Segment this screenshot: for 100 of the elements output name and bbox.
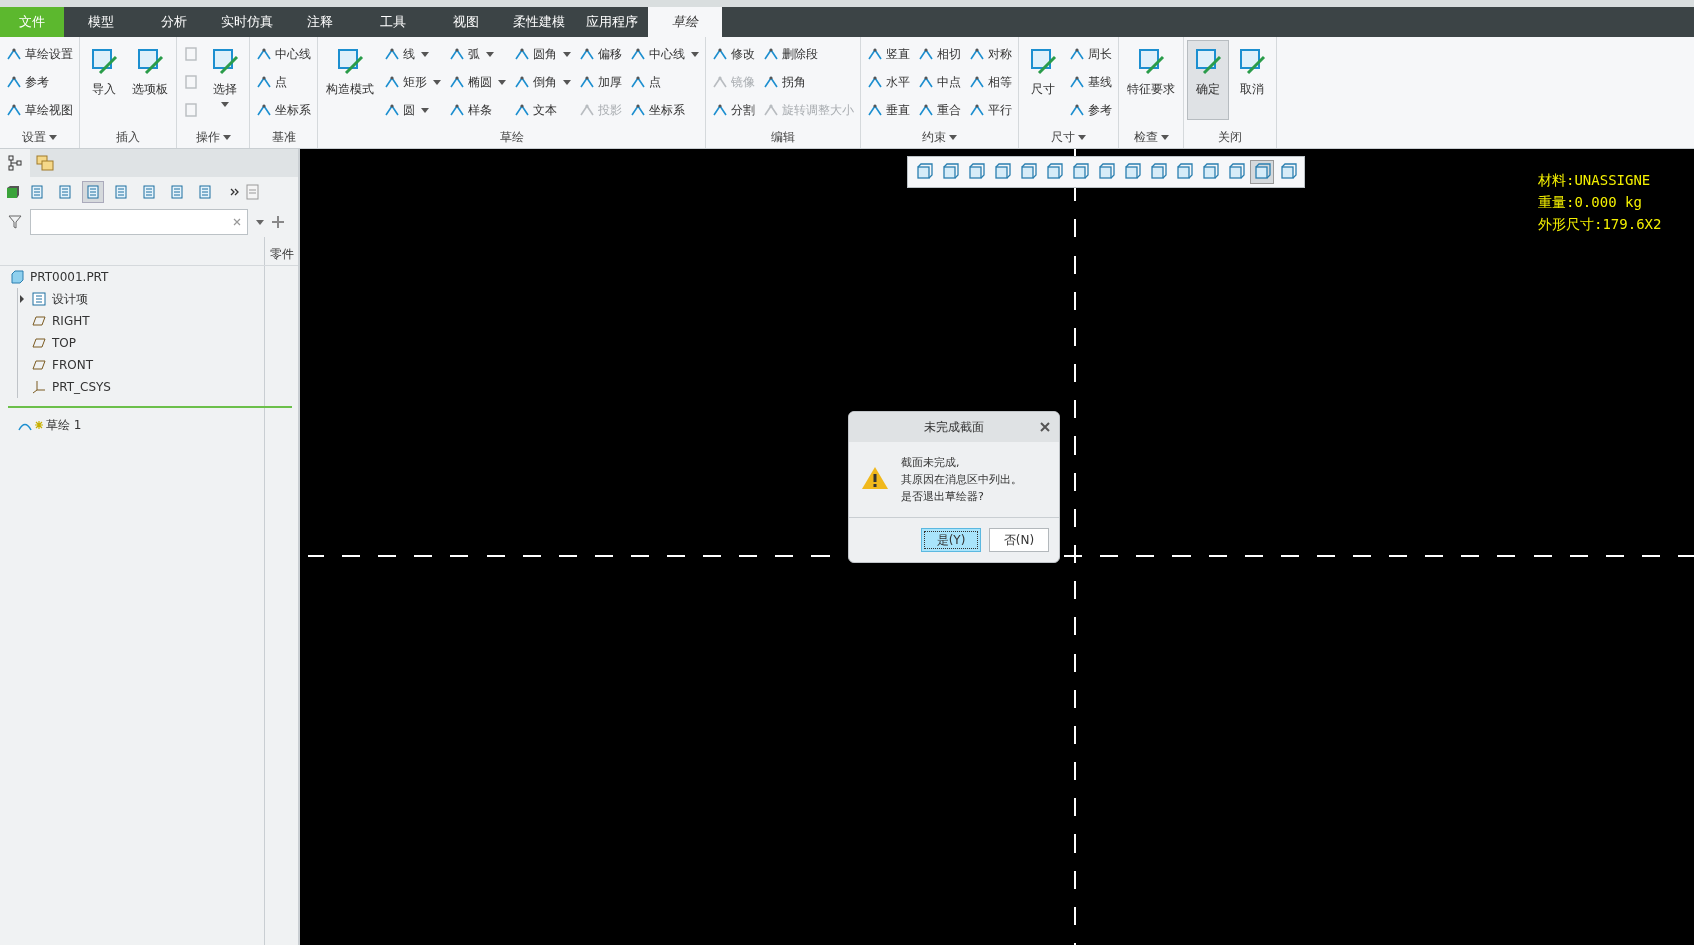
model-info-text: 材料:UNASSIGNE	[1538, 171, 1652, 190]
tool-button[interactable]: 修改	[709, 41, 758, 67]
tool-icon	[449, 74, 465, 90]
view-icon	[941, 163, 959, 181]
caret-icon	[221, 102, 229, 107]
tool-button[interactable]: 加厚	[576, 69, 625, 95]
tool-button[interactable]: 中点	[915, 69, 964, 95]
view-icon	[915, 163, 933, 181]
tool-icon	[763, 46, 779, 62]
ribbon-tab[interactable]: 草绘	[648, 7, 722, 37]
view-icon	[1201, 163, 1219, 181]
tool-button[interactable]: 线	[381, 41, 444, 67]
graphics-canvas[interactable]: 材料:UNASSIGNE 重量:0.000 kg 外形尺寸:179.6X2 未完成截面 截面未完成, 其原因在消息区中列出。 是否退出草绘器? 是(Y) 否(N)	[300, 149, 1694, 945]
view-icon	[1175, 163, 1193, 181]
tool-icon	[1069, 46, 1085, 62]
ribbon-tab[interactable]: 模型	[64, 7, 137, 37]
tool-button[interactable]: 删除段	[760, 41, 857, 67]
tool-button[interactable]: 偏移	[576, 41, 625, 67]
tool-button[interactable]: 中心线	[627, 41, 702, 67]
tool-button[interactable]: 点	[627, 69, 702, 95]
chevron-icon[interactable]	[230, 188, 240, 196]
tree-item[interactable]: TOP	[18, 332, 76, 354]
tool-button[interactable]: 参考	[1066, 97, 1115, 123]
tool-button[interactable]: 竖直	[864, 41, 913, 67]
group-label[interactable]: 尺寸	[1049, 126, 1088, 148]
tree-item[interactable]: 草绘 1	[18, 414, 82, 436]
ribbon-tab[interactable]: 注释	[283, 7, 356, 37]
caret-icon[interactable]	[256, 219, 264, 225]
tool-button[interactable]: 垂直	[864, 97, 913, 123]
panel-tab[interactable]	[0, 149, 30, 177]
model-info-text: 外形尺寸:179.6X2	[1538, 215, 1662, 234]
expand-icon[interactable]	[19, 295, 25, 303]
dialog-button[interactable]: 否(N)	[989, 528, 1049, 552]
group-label[interactable]: 检查	[1131, 126, 1171, 148]
tool-button[interactable]: 相切	[915, 41, 964, 67]
close-icon[interactable]	[1040, 422, 1050, 432]
tool-button[interactable]: 基线	[1066, 69, 1115, 95]
ribbon-tab[interactable]: 柔性建模	[502, 7, 575, 37]
tool-button[interactable]: 椭圆	[446, 69, 509, 95]
large-tool-button[interactable]: 特征要求	[1122, 40, 1180, 120]
tool-button[interactable]: 文本	[511, 97, 574, 123]
large-tool-button[interactable]: 确定	[1187, 40, 1229, 120]
toolbar-button[interactable]	[82, 181, 104, 203]
tool-button[interactable]: 圆	[381, 97, 444, 123]
tool-button[interactable]: 水平	[864, 69, 913, 95]
large-tool-button[interactable]: 导入	[83, 40, 125, 120]
large-tool-button[interactable]: 尺寸	[1022, 40, 1064, 120]
view-icon	[1019, 163, 1037, 181]
tree-item[interactable]: PRT_CSYS	[18, 376, 111, 398]
group-label[interactable]: 约束	[920, 126, 959, 148]
group-label[interactable]: 设置	[20, 126, 59, 148]
cube-icon	[6, 185, 20, 199]
tool-button[interactable]: 样条	[446, 97, 509, 123]
insert-marker[interactable]	[8, 406, 292, 408]
tree-item[interactable]: PRT0001.PRT	[0, 266, 109, 288]
dialog-button[interactable]: 是(Y)	[921, 528, 981, 552]
tool-button[interactable]: 坐标系	[627, 97, 702, 123]
group-label: 基准	[270, 128, 297, 146]
view-tool-button[interactable]	[1250, 160, 1274, 184]
tool-button[interactable]: 中心线	[253, 41, 314, 67]
tool-button[interactable]: 矩形	[381, 69, 444, 95]
tree-item[interactable]: 设计项	[18, 288, 88, 310]
filter-field[interactable]	[30, 209, 248, 235]
tool-icon	[712, 46, 728, 62]
tool-button[interactable]: 分割	[709, 97, 758, 123]
tool-button[interactable]: 弧	[446, 41, 509, 67]
ribbon-tab[interactable]: 分析	[137, 7, 210, 37]
tool-button[interactable]: 重合	[915, 97, 964, 123]
tool-button[interactable]: 平行	[966, 97, 1015, 123]
tool-button[interactable]: 圆角	[511, 41, 574, 67]
tool-button[interactable]: 参考	[3, 69, 76, 95]
tool-icon	[918, 46, 934, 62]
tree-item[interactable]: RIGHT	[18, 310, 90, 332]
group-label[interactable]: 操作	[193, 126, 233, 148]
plane-icon	[32, 316, 46, 326]
large-tool-button[interactable]: 选择	[204, 40, 246, 120]
group-label: 插入	[115, 128, 141, 146]
clear-icon[interactable]	[233, 218, 241, 226]
large-tool-button[interactable]: 选项板	[127, 40, 173, 120]
tool-button[interactable]: 对称	[966, 41, 1015, 67]
ribbon-tab[interactable]: 实时仿真	[210, 7, 283, 37]
tool-button[interactable]: 草绘视图	[3, 97, 76, 123]
tool-icon	[6, 102, 22, 118]
tool-button[interactable]: 周长	[1066, 41, 1115, 67]
tool-button[interactable]: 坐标系	[253, 97, 314, 123]
tool-button[interactable]: 相等	[966, 69, 1015, 95]
tree-item[interactable]: FRONT	[18, 354, 93, 376]
plus-icon[interactable]	[272, 216, 284, 228]
ribbon-tab[interactable]: 工具	[356, 7, 429, 37]
ribbon-tab[interactable]: 应用程序	[575, 7, 648, 37]
large-tool-button[interactable]: 构造模式	[321, 40, 379, 120]
large-tool-button[interactable]: 取消	[1231, 40, 1273, 120]
tool-button[interactable]: 拐角	[760, 69, 857, 95]
tool-button[interactable]: 倒角	[511, 69, 574, 95]
filter-icon	[8, 215, 22, 229]
tool-button[interactable]: 点	[253, 69, 314, 95]
document-icon[interactable]	[246, 184, 260, 200]
ribbon-tab[interactable]: 视图	[429, 7, 502, 37]
warning-icon	[861, 466, 889, 490]
tool-button[interactable]: 草绘设置	[3, 41, 76, 67]
